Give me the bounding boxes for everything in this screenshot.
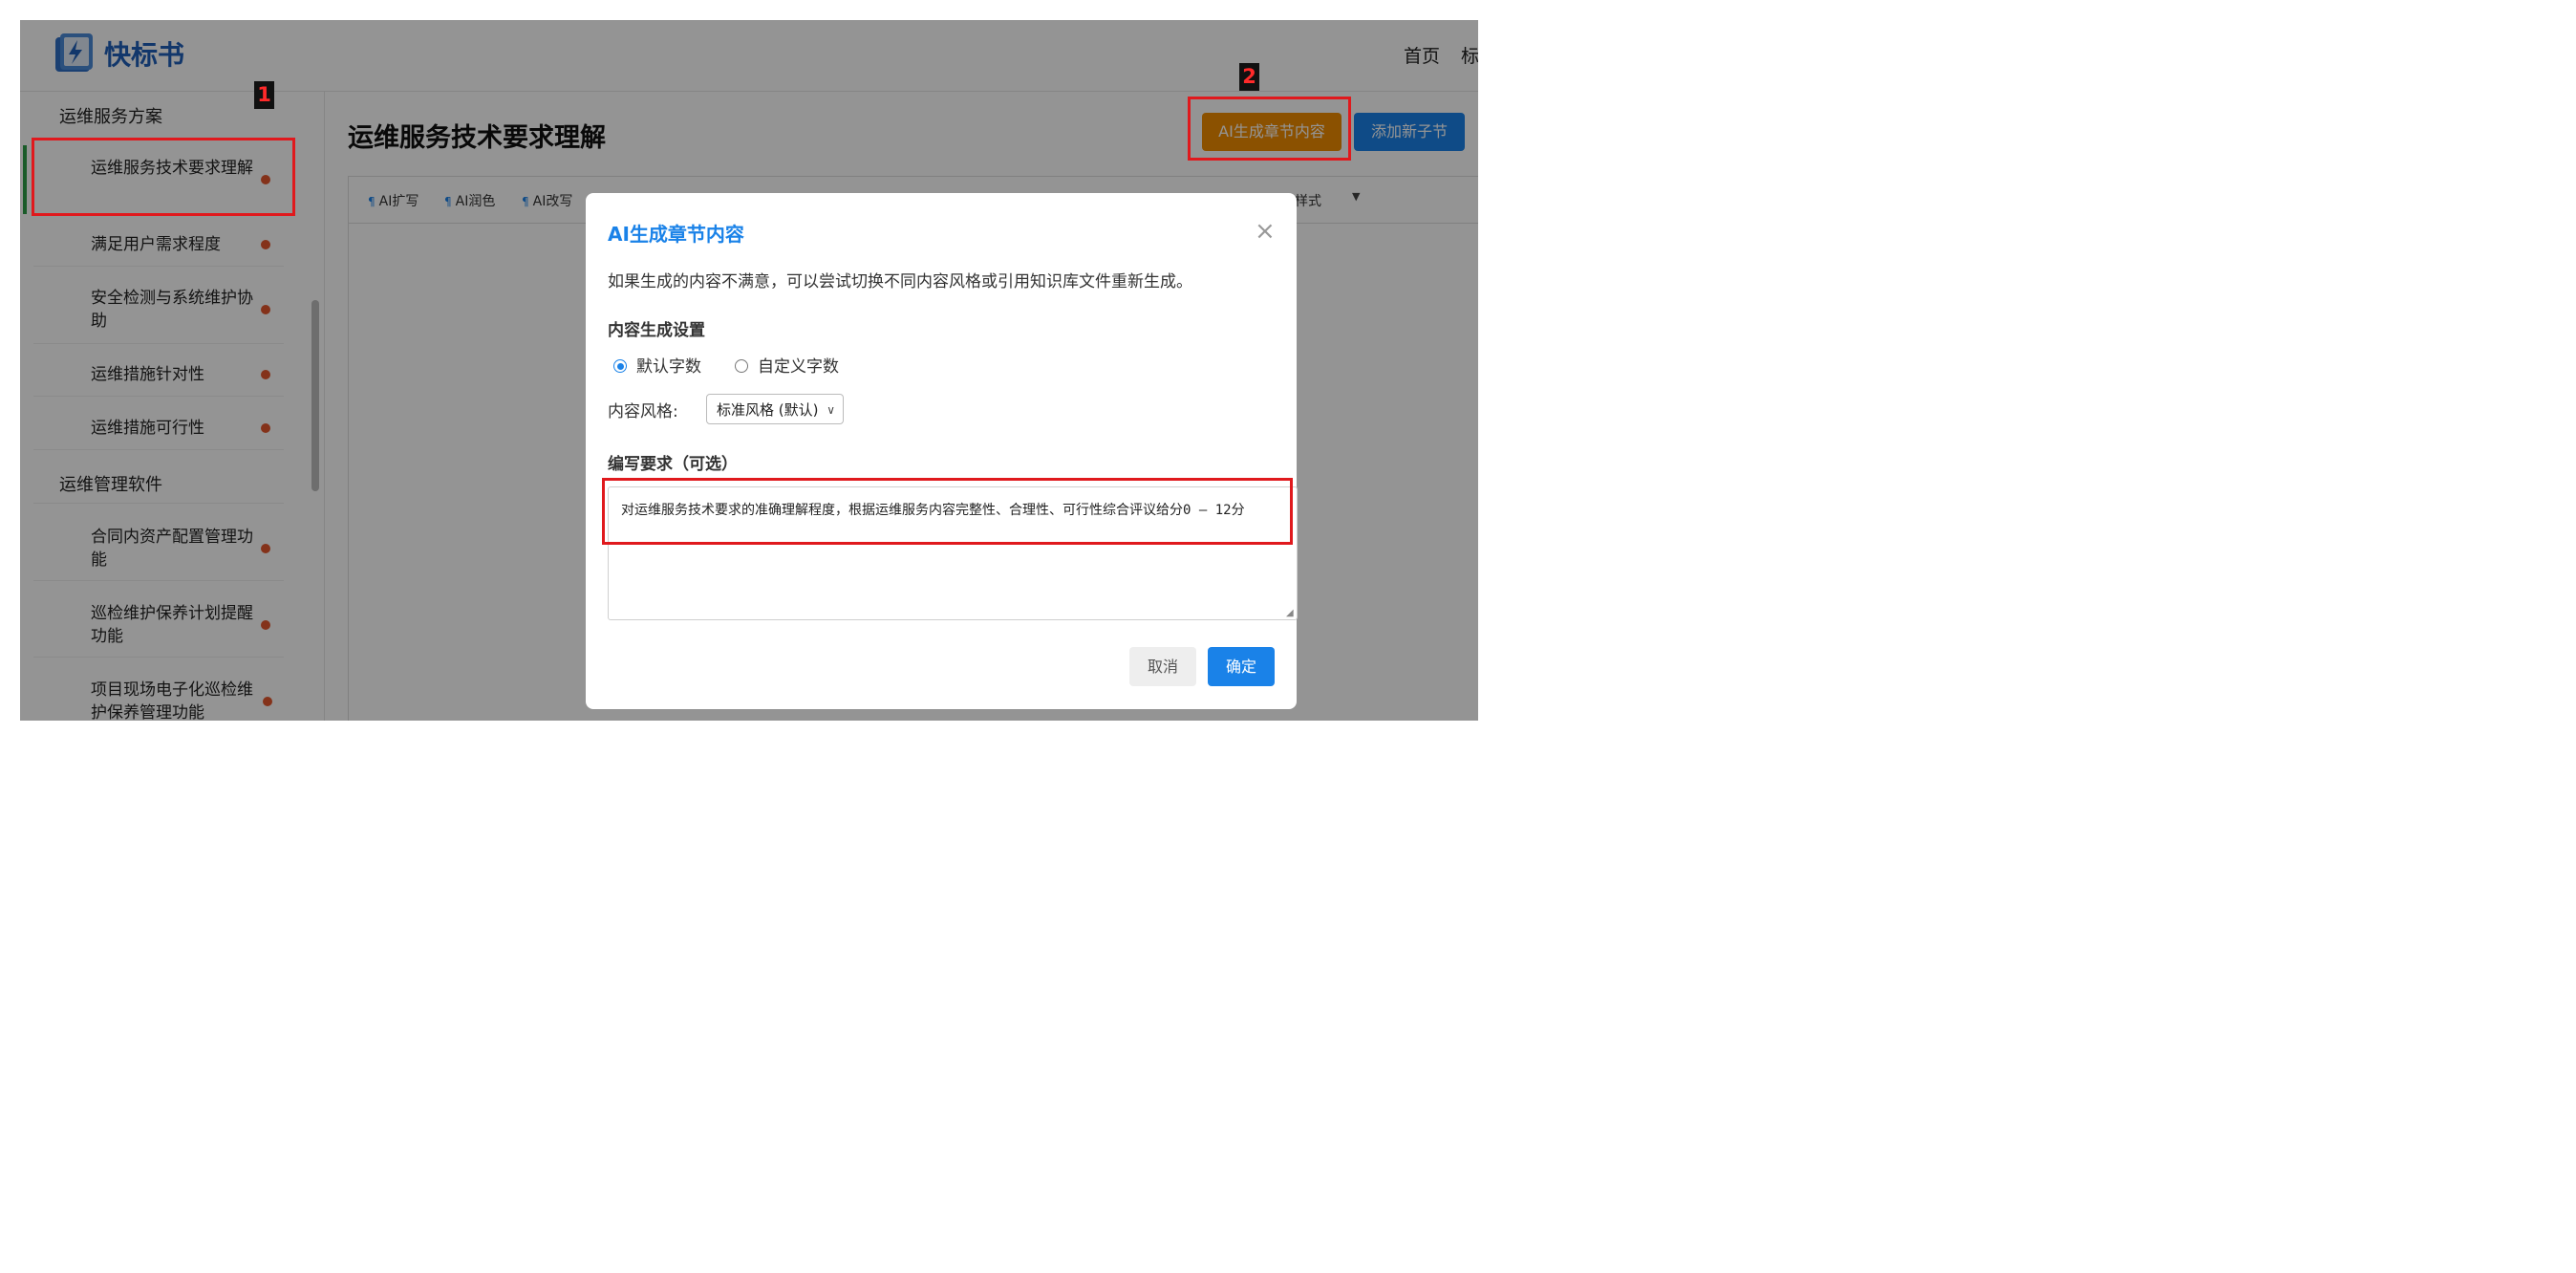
- content-style-select[interactable]: 标准风格 (默认) ∨: [706, 394, 844, 424]
- highlight-box-1: [32, 138, 295, 216]
- radio-default-label: 默认字数: [636, 357, 701, 377]
- radio-checked-icon[interactable]: [613, 359, 627, 373]
- app-window: 快标书 首页 标 运维服务方案 运维服务技术要求理解 满足用户需求程度 安全检测…: [20, 20, 1478, 721]
- ai-generate-dialog: AI生成章节内容 × 如果生成的内容不满意，可以尝试切换不同内容风格或引用知识库…: [586, 193, 1298, 709]
- radio-custom-wordcount[interactable]: 自定义字数: [735, 353, 839, 377]
- dialog-title: AI生成章节内容: [608, 223, 744, 246]
- radio-default-wordcount[interactable]: 默认字数: [613, 353, 701, 377]
- cancel-button[interactable]: 取消: [1129, 647, 1196, 686]
- dialog-description: 如果生成的内容不满意，可以尝试切换不同内容风格或引用知识库文件重新生成。: [608, 272, 1192, 291]
- annotation-badge-1: 1: [254, 81, 274, 109]
- settings-heading: 内容生成设置: [608, 321, 705, 340]
- chevron-down-icon: ∨: [826, 403, 835, 417]
- confirm-button[interactable]: 确定: [1208, 647, 1275, 686]
- annotation-badge-2: 2: [1239, 63, 1259, 91]
- radio-unchecked-icon[interactable]: [735, 359, 748, 373]
- requirements-heading: 编写要求（可选）: [608, 455, 738, 474]
- radio-custom-label: 自定义字数: [758, 357, 839, 377]
- content-style-value: 标准风格 (默认): [717, 401, 819, 419]
- highlight-box-2: [1188, 97, 1351, 161]
- close-icon[interactable]: ×: [1255, 219, 1276, 244]
- style-label: 内容风格:: [608, 402, 678, 421]
- resize-handle-icon[interactable]: ◢: [1286, 608, 1294, 618]
- highlight-box-textarea: [602, 478, 1293, 545]
